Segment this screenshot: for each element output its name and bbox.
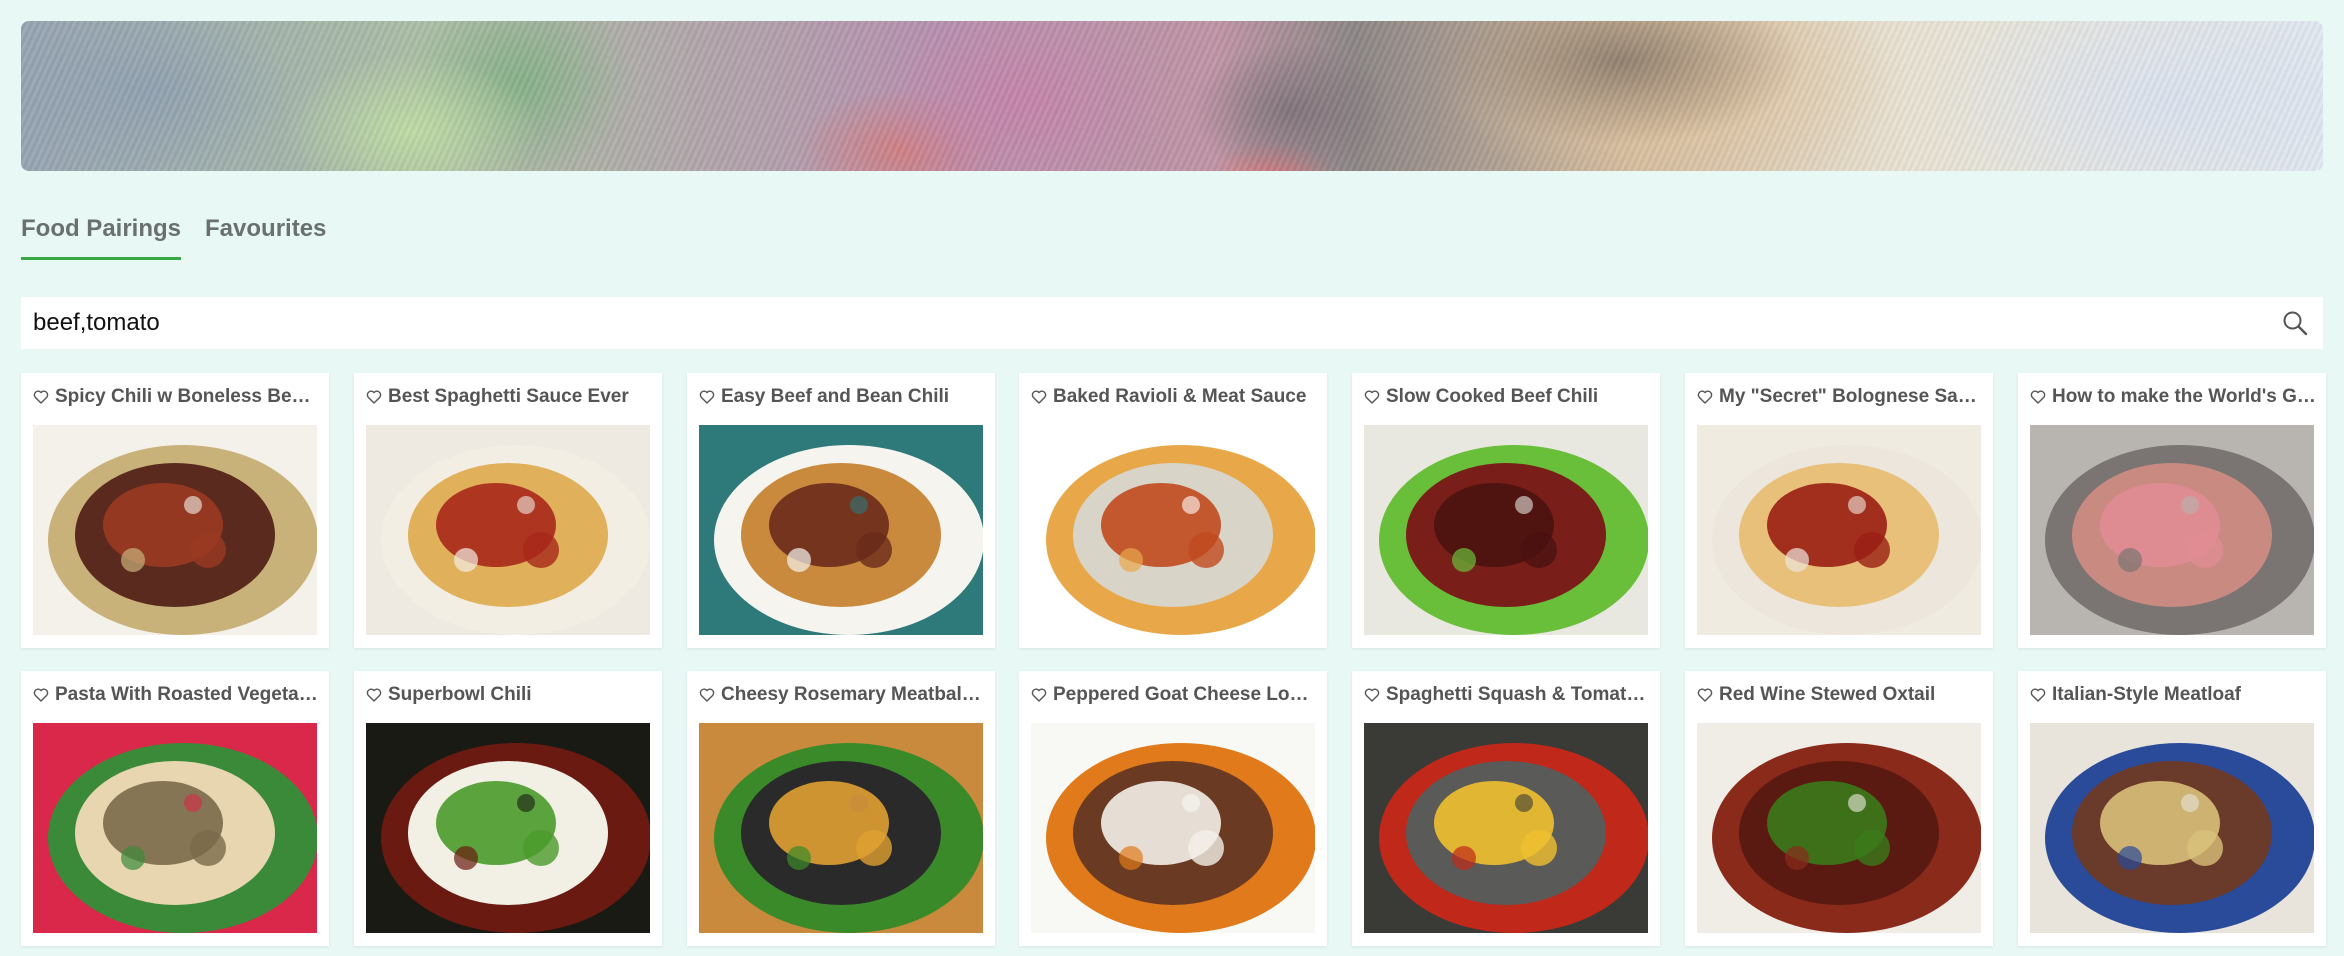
recipe-card[interactable]: Italian-Style Meatloaf	[2018, 671, 2326, 946]
recipe-image[interactable]	[2030, 425, 2314, 635]
recipe-title[interactable]: Slow Cooked Beef Chili	[1386, 386, 1598, 408]
recipe-card[interactable]: Best Spaghetti Sauce Ever	[354, 373, 662, 648]
recipe-image[interactable]	[1031, 425, 1315, 635]
recipe-title[interactable]: My "Secret" Bolognese Sauce	[1719, 386, 1983, 408]
recipe-title[interactable]: Red Wine Stewed Oxtail	[1719, 684, 1935, 706]
recipe-card[interactable]: Baked Ravioli & Meat Sauce	[1019, 373, 1327, 648]
recipe-title[interactable]: Pasta With Roasted Vegetables and Meatba…	[55, 684, 319, 706]
recipe-card[interactable]: Red Wine Stewed Oxtail	[1685, 671, 1993, 946]
recipe-image[interactable]	[699, 425, 983, 635]
recipe-card[interactable]: My "Secret" Bolognese Sauce	[1685, 373, 1993, 648]
heart-icon[interactable]	[699, 687, 715, 703]
recipe-card-header: How to make the World's Greatest Burger	[2030, 385, 2316, 409]
recipe-image[interactable]	[366, 723, 650, 933]
recipe-title[interactable]: Italian-Style Meatloaf	[2052, 684, 2241, 706]
recipe-title[interactable]: Baked Ravioli & Meat Sauce	[1053, 386, 1306, 408]
recipe-card[interactable]: Easy Beef and Bean Chili	[687, 373, 995, 648]
search-bar	[21, 297, 2323, 349]
tab-bar: Food Pairings Favourites	[21, 211, 326, 260]
recipe-card[interactable]: Superbowl Chili	[354, 671, 662, 946]
recipe-card-header: Easy Beef and Bean Chili	[699, 385, 985, 409]
recipe-image[interactable]	[33, 723, 317, 933]
heart-icon[interactable]	[2030, 389, 2046, 405]
heart-icon[interactable]	[2030, 687, 2046, 703]
recipe-title[interactable]: Spaghetti Squash & Tomato Sauce	[1386, 684, 1650, 706]
recipe-image[interactable]	[1364, 425, 1648, 635]
recipe-card-header: Spaghetti Squash & Tomato Sauce	[1364, 683, 1650, 707]
recipe-title[interactable]: Peppered Goat Cheese Log Burgers	[1053, 684, 1317, 706]
recipe-title[interactable]: Cheesy Rosemary Meatball Skillet	[721, 684, 985, 706]
header-banner	[21, 21, 2323, 171]
recipe-card[interactable]: Slow Cooked Beef Chili	[1352, 373, 1660, 648]
recipe-image[interactable]	[2030, 723, 2314, 933]
heart-icon[interactable]	[366, 389, 382, 405]
recipe-title[interactable]: Best Spaghetti Sauce Ever	[388, 386, 629, 408]
heart-icon[interactable]	[366, 687, 382, 703]
recipe-card[interactable]: Spicy Chili w Boneless Beef Short Ribs	[21, 373, 329, 648]
recipe-card[interactable]: Cheesy Rosemary Meatball Skillet	[687, 671, 995, 946]
search-input[interactable]	[21, 297, 2273, 349]
recipe-card-header: Red Wine Stewed Oxtail	[1697, 683, 1983, 707]
recipe-image[interactable]	[366, 425, 650, 635]
recipe-title[interactable]: How to make the World's Greatest Burger	[2052, 386, 2316, 408]
recipe-image[interactable]	[1697, 425, 1981, 635]
recipe-card-header: Best Spaghetti Sauce Ever	[366, 385, 652, 409]
heart-icon[interactable]	[1364, 687, 1380, 703]
recipe-image[interactable]	[699, 723, 983, 933]
recipe-image[interactable]	[1697, 723, 1981, 933]
heart-icon[interactable]	[33, 389, 49, 405]
heart-icon[interactable]	[1697, 389, 1713, 405]
heart-icon[interactable]	[1031, 389, 1047, 405]
recipe-card-header: Spicy Chili w Boneless Beef Short Ribs	[33, 385, 319, 409]
recipe-card-header: Italian-Style Meatloaf	[2030, 683, 2316, 707]
recipe-card-header: Slow Cooked Beef Chili	[1364, 385, 1650, 409]
search-icon[interactable]	[2273, 301, 2317, 345]
recipe-title[interactable]: Superbowl Chili	[388, 684, 532, 706]
recipe-card-header: Baked Ravioli & Meat Sauce	[1031, 385, 1317, 409]
tab-food-pairings[interactable]: Food Pairings	[21, 211, 182, 260]
recipe-card[interactable]: Spaghetti Squash & Tomato Sauce	[1352, 671, 1660, 946]
heart-icon[interactable]	[1697, 687, 1713, 703]
recipe-card-header: My "Secret" Bolognese Sauce	[1697, 385, 1983, 409]
heart-icon[interactable]	[1031, 687, 1047, 703]
recipe-card[interactable]: How to make the World's Greatest Burger	[2018, 373, 2326, 648]
tab-favourites[interactable]: Favourites	[205, 211, 326, 260]
recipe-title[interactable]: Easy Beef and Bean Chili	[721, 386, 949, 408]
recipe-card-header: Pasta With Roasted Vegetables and Meatba…	[33, 683, 319, 707]
recipe-image[interactable]	[33, 425, 317, 635]
recipe-image[interactable]	[1031, 723, 1315, 933]
heart-icon[interactable]	[33, 687, 49, 703]
recipe-card[interactable]: Pasta With Roasted Vegetables and Meatba…	[21, 671, 329, 946]
heart-icon[interactable]	[699, 389, 715, 405]
recipe-image[interactable]	[1364, 723, 1648, 933]
recipe-card-header: Superbowl Chili	[366, 683, 652, 707]
recipe-card-header: Peppered Goat Cheese Log Burgers	[1031, 683, 1317, 707]
recipe-card[interactable]: Peppered Goat Cheese Log Burgers	[1019, 671, 1327, 946]
recipe-title[interactable]: Spicy Chili w Boneless Beef Short Ribs	[55, 386, 319, 408]
heart-icon[interactable]	[1364, 389, 1380, 405]
recipe-card-header: Cheesy Rosemary Meatball Skillet	[699, 683, 985, 707]
